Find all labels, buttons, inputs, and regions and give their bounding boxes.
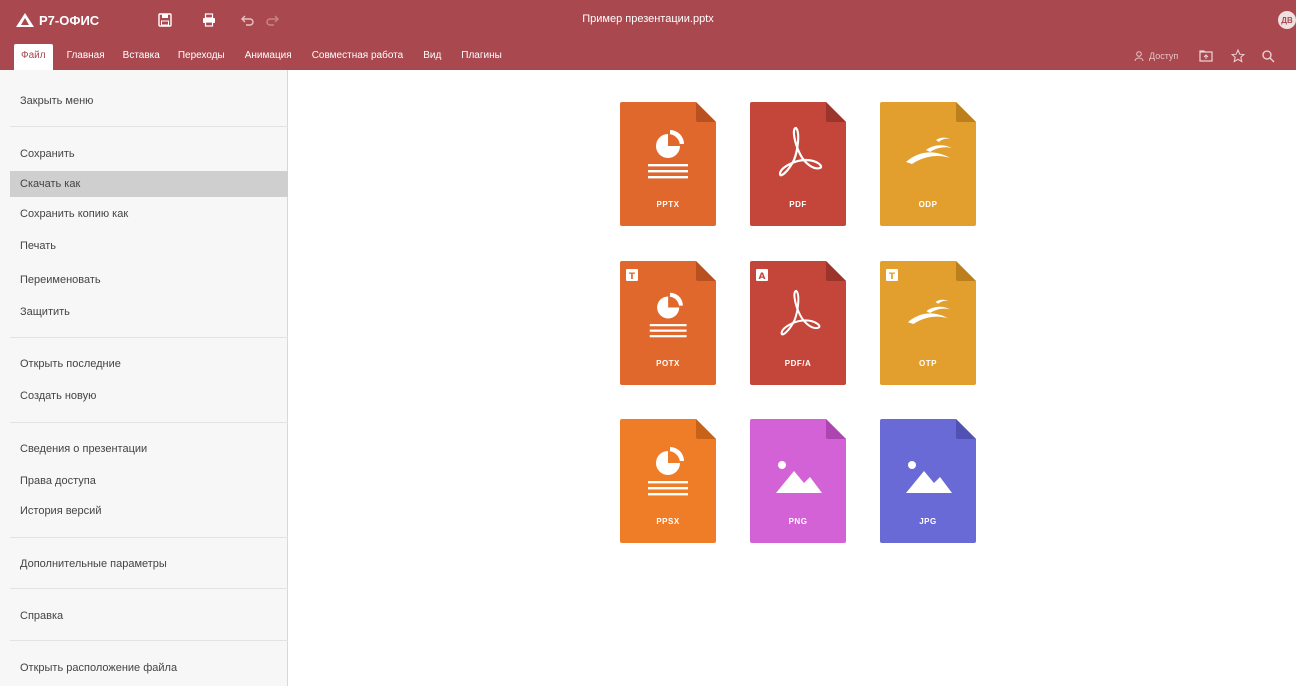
right-toolbar: Доступ (1134, 46, 1276, 66)
menu-divider (10, 337, 288, 338)
menu-presentation-info[interactable]: Сведения о презентации (10, 436, 288, 462)
format-label: JPG (919, 517, 937, 526)
format-pptx[interactable]: PPTX (620, 102, 716, 226)
menu-version-history[interactable]: История версий (10, 498, 288, 524)
tab-collaboration[interactable]: Совместная работа (312, 44, 404, 70)
search-icon[interactable] (1260, 48, 1276, 64)
format-ppsx[interactable]: PPSX (620, 419, 716, 543)
tab-view[interactable]: Вид (423, 44, 441, 70)
format-label: PDF/A (784, 359, 812, 368)
tab-animation[interactable]: Анимация (245, 44, 292, 70)
format-label: PPSX (656, 517, 680, 526)
menu-open-file-location[interactable]: Открыть расположение файла (10, 655, 288, 681)
format-pdf[interactable]: PDF (750, 102, 846, 226)
share-button[interactable]: Доступ (1134, 50, 1178, 62)
format-odp[interactable]: ODP (880, 102, 976, 226)
svg-text:T: T (629, 272, 636, 282)
menu-divider (10, 422, 288, 423)
menu-divider (10, 640, 288, 641)
format-label: ODP (918, 200, 938, 209)
format-pdfa[interactable]: A PDF/A (750, 261, 846, 385)
format-jpg[interactable]: JPG (880, 419, 976, 543)
menu-print[interactable]: Печать (10, 233, 288, 259)
menu-save-copy-as[interactable]: Сохранить копию как (10, 201, 288, 227)
menu-rename[interactable]: Переименовать (10, 267, 288, 293)
tab-home[interactable]: Главная (67, 44, 105, 70)
svg-text:A: A (759, 272, 766, 282)
tab-transitions[interactable]: Переходы (178, 44, 225, 70)
menu-help[interactable]: Справка (10, 603, 288, 629)
format-otp[interactable]: T OTP (880, 261, 976, 385)
format-label: POTX (656, 359, 680, 368)
share-icon (1134, 51, 1144, 62)
svg-text:T: T (889, 272, 896, 282)
favorite-icon[interactable] (1230, 48, 1246, 64)
menu-advanced-settings[interactable]: Дополнительные параметры (10, 551, 288, 577)
share-label: Доступ (1149, 51, 1179, 61)
menu-access-rights[interactable]: Права доступа (10, 468, 288, 494)
tab-insert[interactable]: Вставка (123, 44, 160, 70)
title-bar: Р7-ОФИС Пример презентации.pptx ДВ (0, 0, 1296, 40)
format-label: PPTX (656, 200, 680, 209)
ribbon-tabs: Файл Главная Вставка Переходы Анимация С… (0, 44, 502, 70)
menu-protect[interactable]: Защитить (10, 299, 288, 325)
tab-plugins[interactable]: Плагины (461, 44, 502, 70)
menu-open-recent[interactable]: Открыть последние (10, 351, 288, 377)
file-menu: Закрыть меню Сохранить Скачать как Сохра… (0, 70, 288, 686)
document-title: Пример презентации.pptx (582, 13, 714, 25)
download-formats-panel: PPTX PDF ODP T POTX A PDF/A T OTP PPSX PNG … (289, 70, 1296, 686)
menu-create-new[interactable]: Создать новую (10, 383, 288, 409)
open-location-icon[interactable] (1198, 48, 1214, 64)
menu-divider (10, 126, 288, 127)
format-potx[interactable]: T POTX (620, 261, 716, 385)
menu-divider (10, 588, 288, 589)
menu-save[interactable]: Сохранить (10, 141, 288, 167)
tab-file[interactable]: Файл (14, 44, 53, 70)
menu-divider (10, 537, 288, 538)
menu-close[interactable]: Закрыть меню (10, 88, 288, 114)
format-label: PDF (789, 200, 807, 209)
format-label: OTP (919, 359, 937, 368)
menu-download-as[interactable]: Скачать как (10, 171, 288, 197)
user-avatar[interactable]: ДВ (1278, 11, 1296, 29)
top-bar: Р7-ОФИС Пример презентации.pptx ДВ Файл … (0, 0, 1296, 70)
format-label: PNG (788, 517, 808, 526)
format-png[interactable]: PNG (750, 419, 846, 543)
